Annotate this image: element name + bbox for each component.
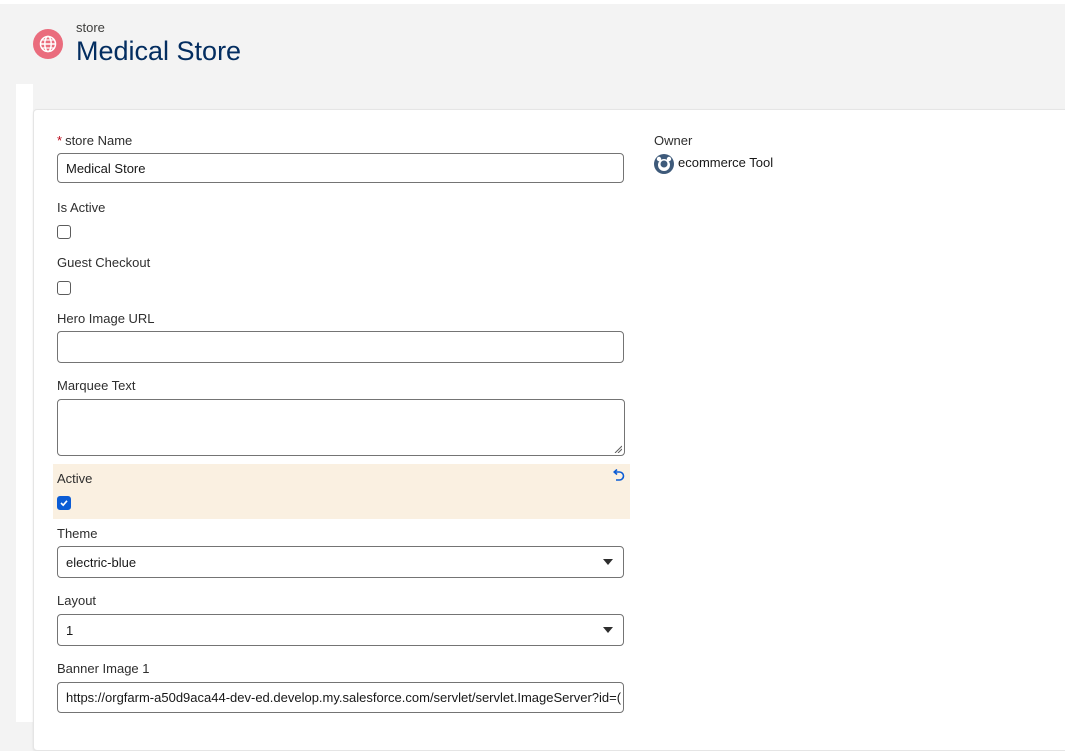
- owner-name-link[interactable]: ecommerce Tool: [678, 155, 773, 170]
- changed-field-highlight: [53, 464, 630, 519]
- object-type-label: store: [76, 20, 105, 35]
- undo-icon[interactable]: [611, 469, 625, 483]
- page-title: Medical Store: [76, 36, 242, 66]
- is-active-label: Is Active: [57, 200, 106, 215]
- layout-select[interactable]: 1: [57, 614, 624, 646]
- checkmark-icon: [60, 500, 68, 507]
- user-avatar-icon: [654, 154, 674, 174]
- marquee-text-label: Marquee Text: [57, 378, 136, 393]
- globe-icon: [33, 29, 63, 59]
- hero-image-url-input[interactable]: [57, 331, 624, 363]
- theme-label: Theme: [57, 526, 98, 541]
- left-gutter: [16, 84, 33, 722]
- caret-down-icon: [603, 627, 613, 633]
- required-indicator: *: [57, 133, 63, 148]
- guest-checkout-checkbox[interactable]: [57, 281, 71, 295]
- hero-image-url-label: Hero Image URL: [57, 311, 155, 326]
- is-active-checkbox[interactable]: [57, 225, 71, 239]
- layout-label: Layout: [57, 593, 97, 608]
- page-header: store Medical Store: [16, 4, 1065, 84]
- active-checkbox[interactable]: [57, 496, 71, 510]
- marquee-text-textarea[interactable]: [57, 399, 625, 456]
- owner-label: Owner: [654, 133, 693, 148]
- caret-down-icon: [603, 559, 613, 565]
- store-name-input[interactable]: Medical Store: [57, 153, 624, 183]
- guest-checkout-label: Guest Checkout: [57, 255, 151, 270]
- resize-handle-icon[interactable]: [614, 445, 622, 453]
- store-name-label: * store Name: [57, 133, 133, 148]
- theme-select[interactable]: electric-blue: [57, 546, 624, 578]
- banner-image-1-input[interactable]: https://orgfarm-a50d9aca44-dev-ed.develo…: [57, 682, 624, 713]
- active-label: Active: [57, 471, 93, 486]
- banner-image-1-label: Banner Image 1: [57, 661, 150, 676]
